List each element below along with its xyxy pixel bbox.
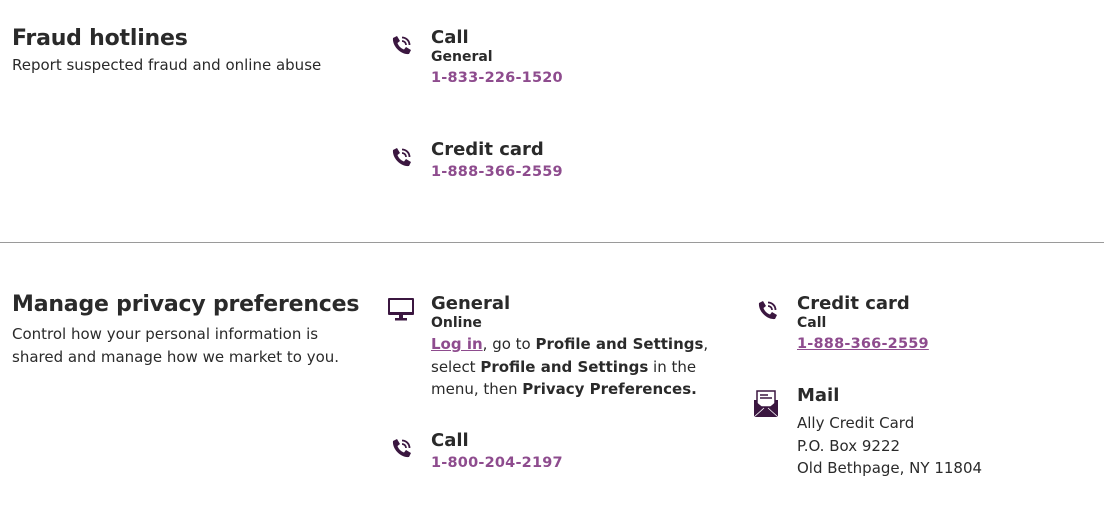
phone-icon [388,145,414,171]
fraud-credit-card-title: Credit card [431,139,544,160]
address-line-1: Ally Credit Card [797,414,915,432]
login-link[interactable]: Log in [431,335,483,353]
section-divider [0,242,1104,243]
privacy-subtitle-line2: shared and manage how we market to you. [12,348,340,366]
instructions-bold-text: Privacy Preferences. [522,380,697,398]
instructions-text: in the [648,357,697,376]
instructions-bold-text: Profile and Settings [535,335,704,353]
privacy-title: Manage privacy preferences [12,292,360,317]
fraud-hotlines-title: Fraud hotlines [12,26,188,51]
privacy-general-title: General [431,293,511,314]
privacy-general-subtitle: Online [431,315,482,331]
address-line-3: Old Bethpage, NY 11804 [797,459,983,477]
privacy-subtitle-line1: Control how your personal information is [12,325,319,343]
instructions-line-1: Log in, go to Profile and Settings, [431,333,708,356]
instructions-bold-text: Profile and Settings [480,357,649,376]
fraud-credit-card-phone-link[interactable]: 1-888-366-2559 [431,164,563,180]
fraud-hotlines-subtitle: Report suspected fraud and online abuse [12,56,322,74]
instructions-text: select [431,357,481,376]
privacy-credit-card-subtitle: Call [797,315,827,331]
mail-envelope-icon [753,389,779,423]
instructions-text: , [703,335,709,353]
privacy-call-title: Call [431,430,469,451]
fraud-call-subtitle: General [431,49,493,65]
instructions-text: , go to [482,335,536,353]
fraud-call-title: Call [431,27,469,48]
privacy-mail-address: Ally Credit Card P.O. Box 9222 Old Bethp… [797,412,982,480]
privacy-call-phone-link[interactable]: 1-800-204-2197 [431,455,563,471]
instructions-line-3: menu, then Privacy Preferences. [431,378,708,401]
address-line-2: P.O. Box 9222 [797,436,901,455]
privacy-mail-title: Mail [797,385,840,406]
privacy-general-instructions: Log in, go to Profile and Settings, sele… [431,333,708,401]
phone-icon [388,33,414,59]
privacy-credit-card-title: Credit card [797,293,910,314]
instructions-text: menu, then [431,380,523,398]
monitor-icon [387,296,415,326]
privacy-credit-card-phone-link[interactable]: 1-888-366-2559 [797,336,929,352]
fraud-general-phone-link[interactable]: 1-833-226-1520 [431,70,563,86]
instructions-line-2: select Profile and Settings in the [431,356,708,379]
phone-icon [754,298,780,324]
phone-icon [388,436,414,462]
